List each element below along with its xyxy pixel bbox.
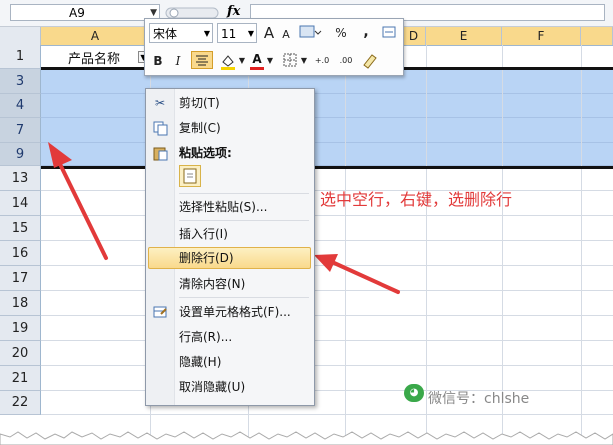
menu-separator (179, 193, 309, 194)
copy-icon (152, 120, 168, 136)
accounting-format-icon[interactable] (297, 23, 323, 41)
watermark-text: 微信号：chlshe (428, 391, 530, 407)
row-header[interactable]: 19 (0, 316, 41, 341)
row-header[interactable]: 7 (0, 118, 41, 143)
increase-decimal-button[interactable]: +.0 (311, 52, 333, 70)
row-header[interactable]: 15 (0, 216, 41, 241)
borders-icon[interactable] (281, 52, 299, 70)
chevron-down-icon[interactable]: ▼ (204, 24, 210, 44)
row-header[interactable]: 22 (0, 391, 41, 415)
menu-item-row-height[interactable]: 行高(R)... (179, 327, 232, 347)
paste-option-button[interactable] (179, 165, 201, 187)
row-header[interactable]: 20 (0, 341, 41, 366)
row-header[interactable]: 9 (0, 143, 41, 166)
italic-button[interactable]: I (171, 52, 185, 70)
menu-item-insert-row[interactable]: 插入行(I) (179, 224, 228, 244)
row-header[interactable]: 17 (0, 266, 41, 291)
percent-style-button[interactable]: % (333, 24, 349, 42)
chevron-down-icon[interactable]: ▼ (248, 24, 254, 44)
menu-item-cut[interactable]: 剪切(T) (179, 93, 220, 113)
bold-button[interactable]: B (151, 52, 165, 70)
menu-item-hide[interactable]: 隐藏(H) (179, 352, 221, 372)
menu-item-format-cells[interactable]: 设置单元格格式(F)... (179, 302, 291, 322)
menu-separator (179, 220, 309, 221)
menu-separator (179, 297, 309, 298)
torn-edge (0, 431, 613, 445)
paste-values-icon (183, 168, 197, 184)
menu-item-delete-row[interactable]: 删除行(D) (179, 248, 234, 268)
row-header[interactable]: 3 (0, 69, 41, 94)
paste-icon (152, 145, 168, 161)
font-color-swatch (250, 67, 264, 70)
font-name-value: 宋体 (153, 27, 178, 41)
arrow-right-icon (314, 254, 400, 294)
font-color-button[interactable]: A (250, 50, 264, 68)
chevron-down-icon[interactable]: ▼ (266, 52, 274, 70)
row-header[interactable]: 1 (0, 45, 41, 69)
decrease-decimal-button[interactable]: .00 (335, 52, 357, 70)
menu-heading-paste-options: 粘贴选项: (179, 146, 232, 160)
format-cells-icon (152, 304, 168, 320)
align-center-button[interactable] (191, 51, 213, 69)
menu-item-clear-contents[interactable]: 清除内容(N) (179, 274, 245, 294)
grow-font-button[interactable]: A (261, 24, 277, 42)
clear-format-icon[interactable] (361, 51, 379, 69)
row-header[interactable]: 13 (0, 166, 41, 191)
fill-color-icon[interactable] (219, 52, 237, 70)
menu-item-paste-special[interactable]: 选择性粘贴(S)... (179, 197, 267, 217)
font-size-select[interactable]: 11 ▼ (217, 23, 257, 43)
arrow-left-icon (48, 142, 108, 260)
row-header[interactable]: 4 (0, 94, 41, 118)
mini-toolbar: 宋体 ▼ 11 ▼ A A % , B I ▼ A ▼ ▼ +.0 .00 (144, 18, 404, 76)
menu-item-unhide[interactable]: 取消隐藏(U) (179, 377, 245, 397)
row-header[interactable]: 14 (0, 191, 41, 216)
font-size-value: 11 (221, 27, 237, 41)
scissors-icon: ✂ (154, 96, 166, 110)
wechat-icon: ◕ (404, 384, 424, 402)
align-center-icon (196, 55, 208, 66)
chevron-down-icon[interactable]: ▼ (300, 52, 308, 70)
format-painter-icon[interactable] (381, 24, 399, 42)
context-menu: ✂ 剪切(T) 复制(C) 粘贴选项: 选择性粘贴(S)... 插入行(I) 删… (145, 88, 315, 406)
row-header[interactable]: 21 (0, 366, 41, 391)
row-header[interactable]: 18 (0, 291, 41, 316)
menu-item-copy[interactable]: 复制(C) (179, 118, 221, 138)
spreadsheet-window: A9 ▼ fx A B C D E F 产品名称 ▼ 选中空行，右键，选删除行 (0, 0, 613, 445)
shrink-font-button[interactable]: A (279, 26, 293, 44)
chevron-down-icon[interactable]: ▼ (238, 52, 246, 70)
row-header[interactable]: 16 (0, 241, 41, 266)
font-name-select[interactable]: 宋体 ▼ (149, 23, 213, 43)
comma-style-button[interactable]: , (359, 23, 373, 41)
